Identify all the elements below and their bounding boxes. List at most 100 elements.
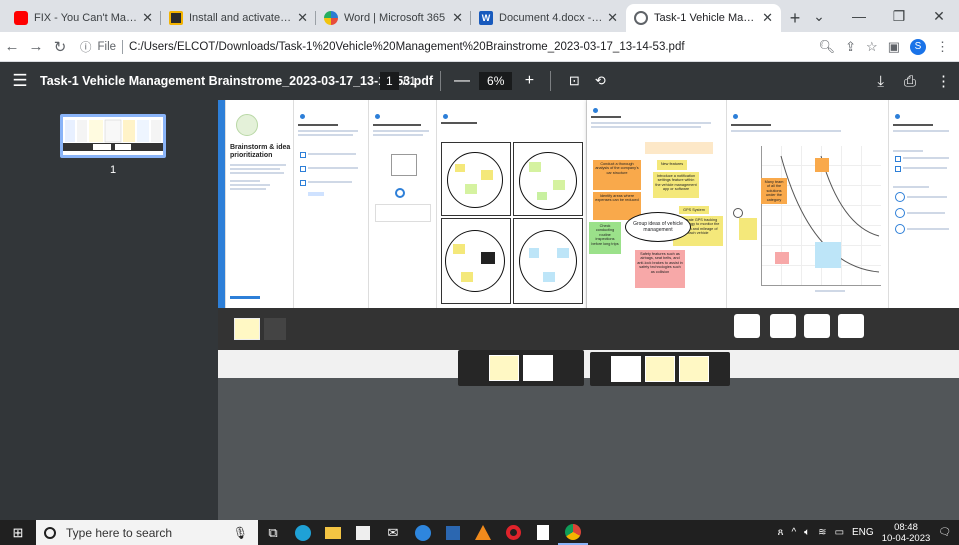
- tab-document4[interactable]: W Document 4.docx - Microsoft ✕: [471, 4, 626, 32]
- kebab-menu-icon[interactable]: ⋮: [936, 39, 949, 55]
- pdf-toolbar: ☰ Task-1 Vehicle Management Brainstrome_…: [0, 62, 959, 100]
- system-tray: ጸ ^ 🔈︎ ≋ ▭ ENG 08:48 10-04-2023 🗨︎: [778, 520, 959, 545]
- tab-youtube[interactable]: FIX - You Can't Make this Ch ✕: [6, 4, 161, 32]
- page-number-input[interactable]: 1: [380, 72, 399, 90]
- youtube-icon: [14, 11, 28, 25]
- minimize-button[interactable]: —: [839, 0, 879, 32]
- thumbnail-sidebar: 1: [0, 100, 218, 520]
- sticky-note: New features: [657, 160, 687, 170]
- search-placeholder: Type here to search: [66, 525, 173, 540]
- preview-card: [679, 356, 709, 382]
- fit-page-icon[interactable]: ⊡: [561, 73, 587, 89]
- url-text: C:/Users/ELCOT/Downloads/Task-1%20Vehicl…: [129, 40, 685, 53]
- volume-icon[interactable]: 🔈︎: [804, 527, 810, 538]
- pdf-viewport[interactable]: Brainstorm & idea prioritization Conduct…: [218, 100, 959, 520]
- tab-install-office[interactable]: Install and activate Office 20 ✕: [161, 4, 316, 32]
- close-window-button[interactable]: ✕: [919, 0, 959, 32]
- panel-prioritize: Many team of all the solutions under the…: [727, 100, 889, 308]
- vlc-icon[interactable]: [468, 520, 498, 545]
- window-controls: ⌄ — ❐ ✕: [799, 0, 959, 32]
- panel-before-collaborate: [294, 100, 369, 308]
- close-icon[interactable]: ✕: [297, 10, 308, 26]
- back-button[interactable]: ←: [0, 38, 24, 55]
- panel-group-ideas: Conduct a thorough analysis of the compa…: [587, 100, 727, 336]
- windows-taskbar: ⊞ Type here to search 🎙︎ ⧉ ✉ ጸ ^ 🔈︎ ≋ ▭ …: [0, 520, 959, 545]
- zoom-level-input[interactable]: 6%: [479, 72, 513, 90]
- close-icon[interactable]: ✕: [762, 10, 773, 26]
- wifi-icon[interactable]: ≋: [818, 527, 826, 538]
- clock[interactable]: 08:48 10-04-2023: [882, 522, 931, 544]
- document-icon[interactable]: [528, 520, 558, 545]
- clock-time: 08:48: [894, 521, 918, 533]
- tab-task1-vehicle[interactable]: Task-1 Vehicle Management ✕: [626, 4, 781, 32]
- microsoft365-icon: [324, 11, 338, 25]
- people-icon[interactable]: ጸ: [778, 527, 784, 538]
- task-view-icon[interactable]: ⧉: [258, 520, 288, 545]
- windows-start-icon[interactable]: ⊞: [0, 525, 36, 541]
- divider: [550, 71, 552, 91]
- messenger-icon[interactable]: [408, 520, 438, 545]
- language-indicator[interactable]: ENG: [852, 527, 874, 538]
- lightbulb-icon: [236, 114, 258, 136]
- word-icon: W: [479, 11, 493, 25]
- hamburger-menu-icon[interactable]: ☰: [0, 71, 40, 91]
- edge-icon[interactable]: [288, 520, 318, 545]
- chrome-icon[interactable]: [558, 520, 588, 545]
- print-icon[interactable]: ⎙: [904, 73, 916, 90]
- mail-icon[interactable]: ✉: [378, 520, 408, 545]
- profile-avatar[interactable]: S: [910, 38, 926, 55]
- microphone-icon[interactable]: 🎙︎: [233, 526, 248, 540]
- omnibox[interactable]: ⓘ File C:/Users/ELCOT/Downloads/Task-1%2…: [80, 35, 811, 59]
- panel-brainstorm: Brainstorm & idea prioritization: [226, 100, 294, 308]
- notification-icon[interactable]: 🗨︎: [938, 527, 951, 538]
- template-preview: [804, 314, 830, 338]
- tab-strip: FIX - You Can't Make this Ch ✕ Install a…: [0, 0, 959, 32]
- restore-button[interactable]: ❐: [879, 0, 919, 32]
- reload-button[interactable]: ↻: [48, 38, 72, 56]
- opera-icon[interactable]: [498, 520, 528, 545]
- tab-search-chevron-icon[interactable]: ⌄: [799, 0, 839, 32]
- store-icon[interactable]: [348, 520, 378, 545]
- page-total: / 1: [402, 74, 417, 88]
- template-preview: [234, 318, 260, 340]
- bookmark-star-icon[interactable]: ☆: [866, 39, 878, 55]
- taskbar-search[interactable]: Type here to search 🎙︎: [36, 520, 258, 545]
- preview-card: [611, 356, 641, 382]
- download-icon[interactable]: ⤓: [877, 73, 884, 90]
- toolbar-right: 🔍︎ ⇪ ☆ ▣ S ⋮: [819, 38, 959, 55]
- forward-button[interactable]: →: [24, 38, 48, 55]
- sticky-note: Safety features such as airbags, seat be…: [635, 250, 685, 288]
- sticky-note: Introduce a notification settings featur…: [653, 172, 699, 198]
- preview-card: [523, 355, 553, 381]
- tray-chevron-icon[interactable]: ^: [791, 527, 796, 538]
- zoom-search-icon[interactable]: 🔍︎: [819, 39, 836, 55]
- office-store-icon: [169, 11, 183, 25]
- panel-define-problem: [369, 100, 437, 308]
- rotate-icon[interactable]: ⟲: [587, 73, 613, 89]
- tab-title: Install and activate Office 20: [189, 12, 293, 24]
- more-options-icon[interactable]: ⋮: [936, 72, 951, 90]
- close-icon[interactable]: ✕: [607, 10, 618, 26]
- app-blue-icon[interactable]: [438, 520, 468, 545]
- battery-icon[interactable]: ▭: [835, 527, 844, 538]
- panel-brainstorm-circles: [437, 100, 587, 308]
- sticky-note: Many team of all the solutions under the…: [761, 178, 787, 204]
- close-icon[interactable]: ✕: [142, 10, 153, 26]
- page-thumbnail[interactable]: [60, 114, 166, 158]
- group-title: Group ideas of vehicle management: [625, 212, 691, 242]
- share-icon[interactable]: ⇪: [845, 39, 856, 55]
- tab-title: FIX - You Can't Make this Ch: [34, 12, 138, 24]
- search-circle-icon: [44, 526, 56, 539]
- brainstorm-title: Brainstorm & idea prioritization: [230, 144, 291, 159]
- close-icon[interactable]: ✕: [452, 10, 463, 26]
- info-icon[interactable]: ⓘ: [80, 39, 92, 55]
- divider: [440, 71, 442, 91]
- zoom-in-button[interactable]: +: [518, 72, 540, 90]
- side-panel-icon[interactable]: ▣: [888, 39, 900, 55]
- tab-word-365[interactable]: Word | Microsoft 365 ✕: [316, 4, 471, 32]
- file-explorer-icon[interactable]: [318, 520, 348, 545]
- sticky-note: Conduct a thorough analysis of the compa…: [593, 160, 641, 190]
- preview-popup: [458, 350, 584, 386]
- divider: [122, 39, 124, 54]
- zoom-out-button[interactable]: —: [451, 72, 473, 90]
